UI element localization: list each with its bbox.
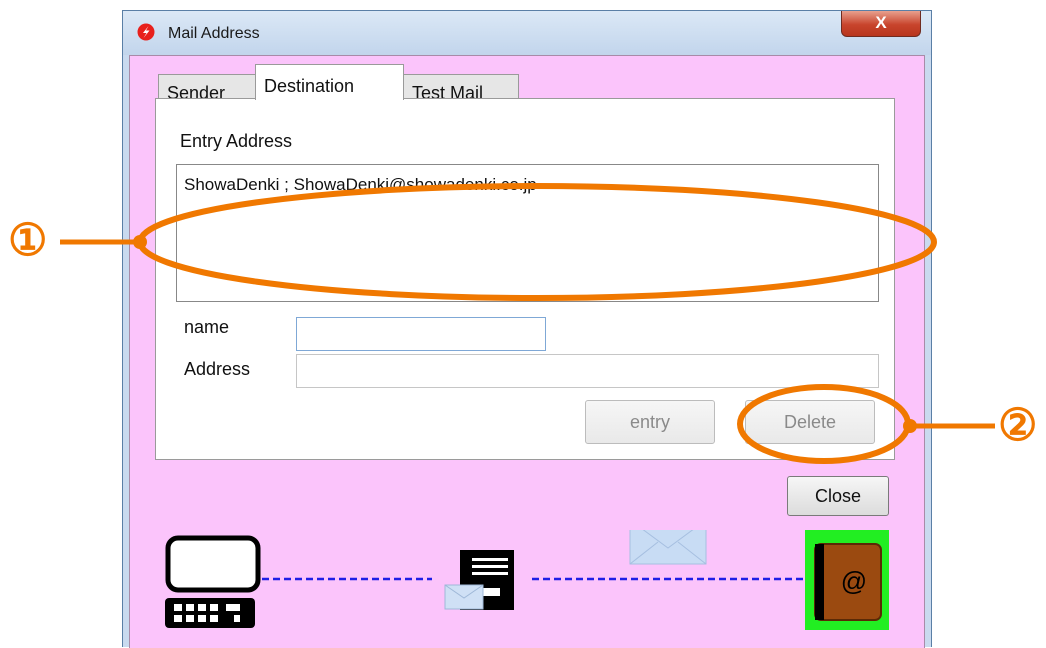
name-label: name xyxy=(184,317,230,337)
address-book-icon: @ xyxy=(805,530,889,630)
address-label: Address xyxy=(184,359,251,379)
entry-button[interactable]: entry xyxy=(585,400,715,444)
address-field[interactable] xyxy=(296,354,879,388)
address-book-glyph: @ xyxy=(841,566,867,596)
entry-address-label: Entry Address xyxy=(180,131,293,151)
window-title: Mail Address xyxy=(168,25,260,42)
app-logo-icon xyxy=(137,23,155,41)
name-field[interactable] xyxy=(296,317,546,351)
delete-button[interactable]: Delete xyxy=(745,400,875,444)
window-close-button[interactable]: X xyxy=(841,11,921,37)
close-button[interactable]: Close xyxy=(787,476,889,516)
destination-panel: Entry Address ShowaDenki ; ShowaDenki@sh… xyxy=(155,98,895,460)
computer-icon xyxy=(165,535,261,628)
tab-destination[interactable]: Destination xyxy=(255,64,404,100)
mail-server-icon xyxy=(444,550,514,610)
entry-address-list[interactable]: ShowaDenki ; ShowaDenki@showadenki.co.jp xyxy=(176,164,879,302)
tab-destination-label: Destination xyxy=(264,76,355,96)
status-diagram: @ xyxy=(165,530,889,630)
callout-2: ② xyxy=(998,401,1038,450)
title-bar[interactable]: Mail Address X xyxy=(123,11,931,55)
list-item[interactable]: ShowaDenki ; ShowaDenki@showadenki.co.jp xyxy=(184,175,537,195)
callout-1: ① xyxy=(8,216,48,265)
envelope-icon xyxy=(629,530,707,565)
